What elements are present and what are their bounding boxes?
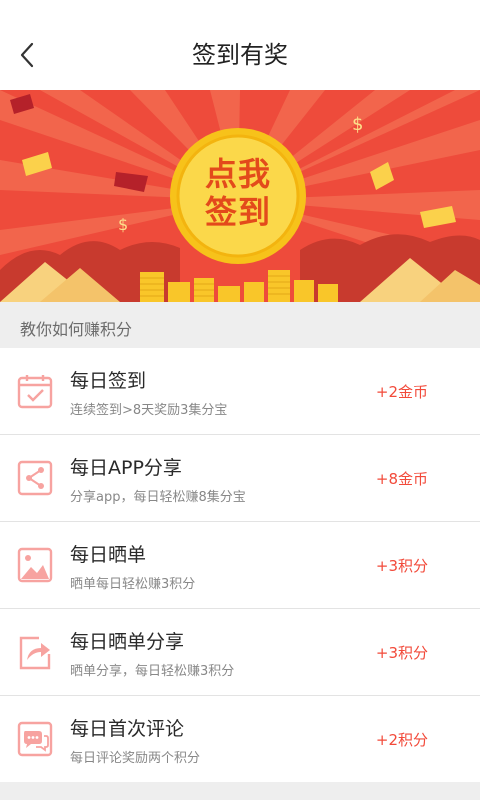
- comment-icon: [17, 721, 53, 757]
- task-desc: 每日评论奖励两个积分: [70, 751, 201, 766]
- task-reward: +2积分: [375, 731, 428, 749]
- task-desc: 晒单分享，每日轻松赚3积分: [70, 664, 235, 679]
- svg-text:$: $: [352, 114, 363, 135]
- header: [0, 0, 480, 90]
- forward-share-icon: [19, 636, 51, 670]
- task-row-post-share[interactable]: 每日晒单分享 晒单分享，每日轻松赚3积分 +3积分: [0, 609, 480, 696]
- task-row-daily-sign-in[interactable]: 每日签到 连续签到>8天奖励3集分宝 +2金币: [0, 348, 480, 435]
- section-title: 教你如何赚积分: [20, 320, 133, 339]
- task-name: 每日晒单: [70, 544, 147, 566]
- task-reward: +3积分: [375, 557, 428, 575]
- task-row-daily-post[interactable]: 每日晒单 晒单每日轻松赚3积分 +3积分: [0, 522, 480, 609]
- task-reward: +2金币: [375, 383, 428, 401]
- task-reward: +8金币: [375, 470, 428, 488]
- task-name: 每日首次评论: [70, 718, 185, 740]
- task-reward: +3积分: [375, 644, 428, 662]
- sign-in-coin-button[interactable]: [172, 130, 304, 262]
- back-button[interactable]: [14, 38, 44, 72]
- task-desc: 晒单每日轻松赚3积分: [70, 577, 196, 592]
- share-icon: [17, 460, 53, 496]
- task-row-app-share[interactable]: 每日APP分享 分享app，每日轻松赚8集分宝 +8金币: [0, 435, 480, 522]
- task-row-first-comment[interactable]: 每日首次评论 每日评论奖励两个积分 +2积分: [0, 696, 480, 782]
- task-desc: 连续签到>8天奖励3集分宝: [70, 403, 228, 418]
- chevron-left-icon: [20, 42, 34, 68]
- calendar-check-icon: [17, 375, 53, 409]
- task-name: 每日APP分享: [70, 457, 182, 479]
- image-icon: [17, 547, 53, 583]
- task-list: 每日签到 连续签到>8天奖励3集分宝 +2金币 每日APP分享 分享app，每日…: [0, 348, 480, 782]
- task-name: 每日签到: [70, 370, 147, 392]
- task-desc: 分享app，每日轻松赚8集分宝: [70, 490, 246, 505]
- svg-text:$: $: [118, 215, 128, 234]
- task-name: 每日晒单分享: [70, 631, 185, 653]
